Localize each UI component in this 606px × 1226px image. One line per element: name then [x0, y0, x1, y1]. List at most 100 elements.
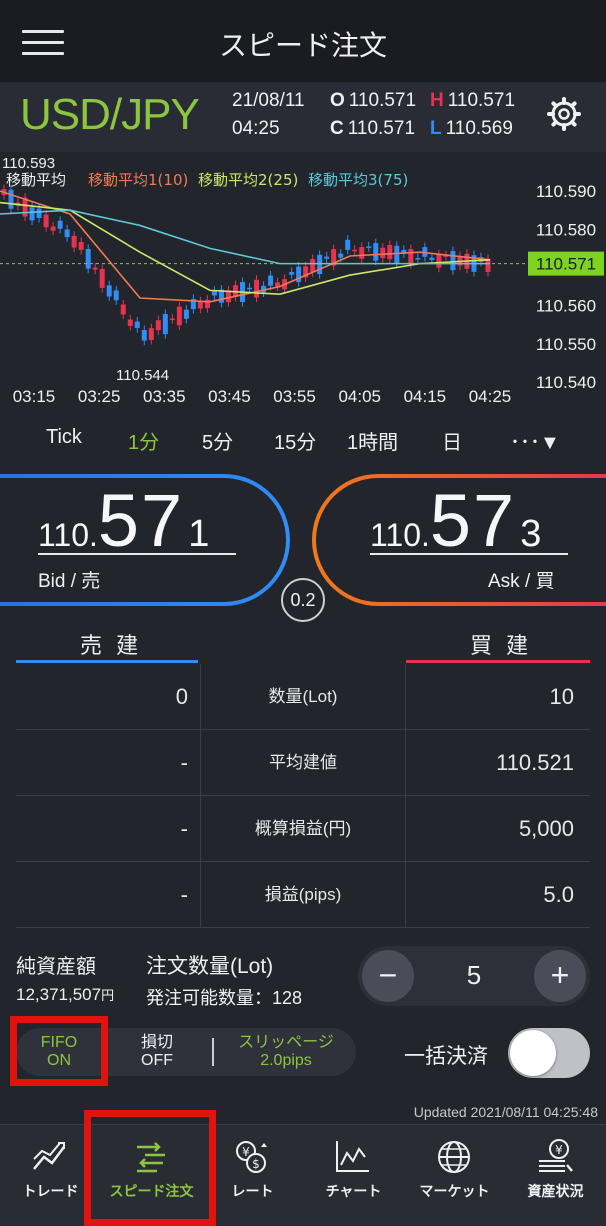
sell-underline — [16, 660, 198, 663]
candle-body — [85, 248, 91, 269]
timeframe-1min[interactable]: 1分 — [128, 426, 159, 455]
increase-quantity-button[interactable]: + — [534, 950, 586, 1002]
timeframe-more[interactable]: ･･･▼ — [510, 426, 560, 455]
quote-date: 21/08/11 — [232, 90, 305, 111]
candle-body — [338, 253, 344, 258]
sell-pl-pips: - — [180, 882, 188, 907]
highlight-box-fifo — [10, 1016, 108, 1086]
candle-body — [247, 287, 253, 290]
candle-body — [485, 258, 491, 272]
gear-icon[interactable] — [546, 96, 582, 132]
y-tick-label: 110.560 — [536, 297, 596, 316]
close-price: C 110.571 — [330, 118, 416, 139]
chart-high-label: 110.593 — [2, 155, 55, 172]
row-label: 数量(Lot) — [200, 664, 406, 730]
candle-body — [148, 328, 154, 340]
candle-body — [394, 245, 400, 264]
row-label: 平均建値 — [200, 730, 406, 796]
chart-legend-item: 移動平均2(25) — [198, 171, 298, 189]
candle-body — [310, 259, 316, 273]
svg-text:$: $ — [252, 1157, 260, 1171]
candle-body — [366, 246, 372, 248]
candle-body — [450, 251, 456, 271]
candle-body — [127, 319, 133, 326]
globe-icon — [438, 1141, 470, 1173]
slippage-setting[interactable]: スリッページ 2.0pips — [230, 1034, 342, 1070]
open-price: O 110.571 — [330, 90, 417, 111]
highlight-box-speed-order — [84, 1110, 216, 1226]
sell-quantity: 0 — [175, 684, 188, 709]
candle-body — [8, 189, 14, 209]
candle-body — [429, 257, 435, 261]
timeframe-selector: Tick 1分 5分 15分 1時間 日 ･･･▼ — [0, 420, 606, 456]
buy-quantity: 10 — [549, 684, 574, 709]
candle-body — [268, 275, 274, 286]
chart-low-label: 110.544 — [116, 367, 169, 384]
ask-divider — [370, 553, 568, 555]
candle-body — [50, 226, 56, 231]
bid-label: Bid / 売 — [38, 571, 101, 592]
candle-body — [29, 207, 35, 221]
timeframe-5min[interactable]: 5分 — [202, 426, 233, 455]
row-label: 損益(pips) — [200, 862, 406, 928]
buy-underline — [406, 660, 590, 663]
chart-legend-item: 移動平均3(75) — [308, 171, 408, 189]
candle-body — [155, 320, 161, 331]
candle-body — [36, 208, 42, 219]
y-tick-label: 110.550 — [536, 335, 596, 354]
buy-average-price: 110.521 — [496, 750, 574, 775]
buy-pl-pips: 5.0 — [543, 882, 574, 907]
row-label: 概算損益(円) — [200, 796, 406, 862]
decrease-quantity-button[interactable]: − — [362, 950, 414, 1002]
trend-chart-icon — [33, 1142, 65, 1170]
chart-legend-item: 移動平均1(10) — [88, 171, 188, 189]
sell-position-header: 売 建 — [80, 633, 143, 658]
y-tick-label: 110.580 — [536, 220, 596, 239]
currency-exchange-icon: ¥ $ — [236, 1141, 267, 1173]
net-assets-value: 12,371,507円 — [16, 985, 115, 1004]
ask-price: 110.57 3 — [370, 479, 542, 562]
buy-position-header: 買 建 — [470, 633, 533, 658]
y-tick-label: 110.540 — [536, 373, 596, 392]
candle-body — [345, 239, 351, 250]
current-price-label: 110.571 — [536, 255, 596, 274]
chart-svg[interactable]: 110.590110.580110.570110.560110.550110.5… — [0, 152, 606, 412]
timeframe-1hour[interactable]: 1時間 — [347, 426, 398, 455]
bid-divider — [38, 553, 236, 555]
tab-assets[interactable]: ¥ 資産状況 — [505, 1125, 606, 1226]
x-tick-label: 03:55 — [273, 387, 316, 406]
timeframe-day[interactable]: 日 — [442, 426, 462, 455]
app-header: スピード注文 — [0, 0, 606, 82]
table-row: 0 数量(Lot) 10 — [16, 664, 590, 730]
page-title: スピード注文 — [218, 29, 387, 62]
tab-market[interactable]: マーケット — [404, 1125, 505, 1226]
low-price: L 110.569 — [430, 118, 513, 139]
candle-body — [78, 241, 84, 250]
table-row: - 平均建値 110.521 — [16, 730, 590, 796]
timeframe-tick[interactable]: Tick — [46, 426, 82, 449]
candle-body — [99, 269, 105, 288]
tab-chart[interactable]: チャート — [303, 1125, 404, 1226]
bulk-close-label: 一括決済 — [404, 1045, 488, 1068]
assets-icon: ¥ — [539, 1139, 573, 1172]
quote-bar: USD/JPY 21/08/11 04:25 O 110.571 H 110.571… — [0, 82, 606, 152]
net-assets-label: 純資産額 — [16, 956, 96, 978]
currency-pair[interactable]: USD/JPY — [20, 90, 200, 140]
x-tick-label: 04:15 — [404, 387, 447, 406]
stop-loss-setting[interactable]: 損切 OFF — [126, 1034, 188, 1070]
candle-body — [254, 279, 260, 298]
candle-body — [352, 249, 358, 252]
y-tick-label: 110.590 — [536, 182, 596, 201]
candle-body — [275, 282, 281, 287]
candle-body — [324, 256, 330, 259]
candle-body — [197, 301, 203, 309]
quantity-value[interactable]: 5 — [438, 960, 510, 991]
tab-rate[interactable]: ¥ $ レート — [202, 1125, 303, 1226]
bulk-close-toggle[interactable] — [508, 1028, 590, 1078]
price-chart[interactable]: 110.590110.580110.570110.560110.550110.5… — [0, 152, 606, 412]
timeframe-15min[interactable]: 15分 — [274, 426, 316, 455]
chart-legend-item: 移動平均 — [6, 171, 66, 189]
sell-estimated-pl: - — [180, 816, 188, 841]
order-quantity-label: 注文数量(Lot) — [146, 955, 274, 978]
settings-divider — [212, 1038, 214, 1066]
